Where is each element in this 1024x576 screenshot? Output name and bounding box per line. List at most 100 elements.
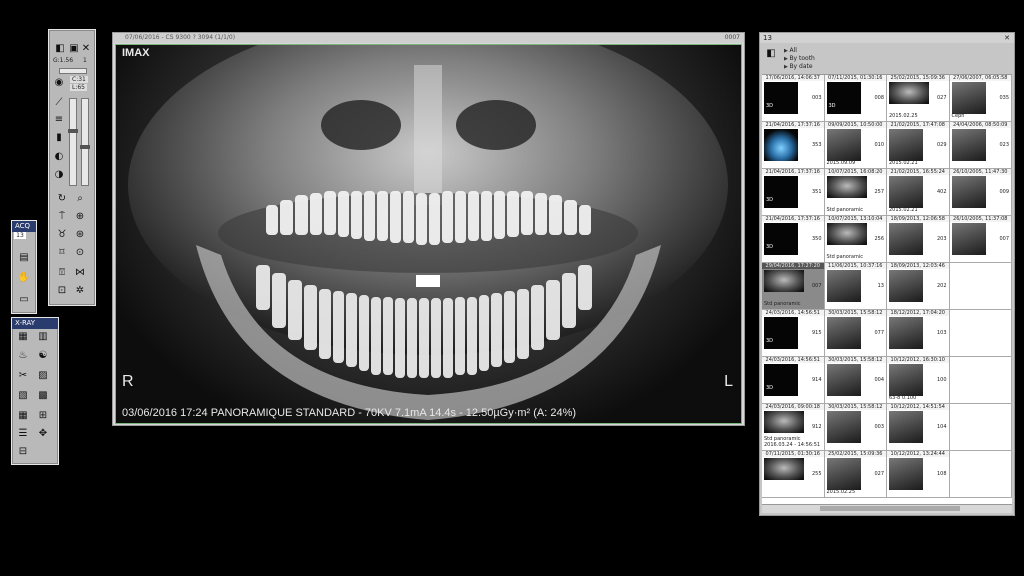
scanner-icon[interactable]: ▭ — [17, 293, 31, 306]
thumbnail-image[interactable] — [764, 129, 798, 161]
sharpen-icon[interactable]: ◑ — [52, 168, 66, 181]
thumbnail-item[interactable]: 24/03/2016, 14:56:51 3D 914 — [762, 357, 825, 404]
thumbnail-image[interactable] — [826, 82, 861, 114]
close-panel-icon[interactable]: ✕ — [79, 42, 93, 55]
thumbnail-item[interactable]: 30/03/2015, 15:58:12 004 — [824, 357, 887, 404]
level-slider[interactable] — [80, 98, 90, 186]
thumbnail-image[interactable] — [764, 223, 798, 255]
bitewing-icon[interactable]: ▨ — [36, 369, 50, 382]
crop-icon[interactable]: ⌑ — [55, 246, 69, 259]
implant-icon[interactable]: ⍑ — [55, 210, 69, 223]
tool-icon[interactable]: ✂ — [16, 369, 30, 382]
book-icon[interactable]: ◧ — [764, 47, 778, 60]
thumbnail-item[interactable]: 10/12/2012, 14:51:54 104 — [887, 404, 950, 451]
thumbnail-item[interactable]: 11/06/2015, 10:37:16 13 — [824, 263, 887, 310]
thumbnail-image[interactable] — [764, 458, 804, 480]
thumbnail-image[interactable] — [826, 364, 861, 396]
thumbnail-item[interactable]: 25/02/2015, 15:09:36 027 2015.02.25 — [887, 75, 950, 122]
palette-icon[interactable]: ✲ — [73, 284, 87, 297]
thumbnail-image[interactable] — [826, 176, 867, 198]
thumbnail-image[interactable] — [951, 176, 986, 208]
thumbnail-image[interactable] — [764, 364, 798, 396]
thumbnail-image[interactable] — [889, 458, 923, 490]
brightness-icon[interactable]: ◐ — [52, 150, 66, 163]
thumbnail-image[interactable] — [764, 411, 804, 433]
move-icon[interactable]: ✥ — [36, 427, 50, 440]
thumbnail-image[interactable] — [889, 223, 923, 255]
thumbnail-item[interactable]: 18/09/2013, 12:06:58 203 — [887, 216, 950, 263]
series-icon[interactable]: ⊟ — [16, 445, 30, 458]
thumbnail-item[interactable]: 27/06/2007, 06:05:58 035 Ceph — [949, 75, 1012, 122]
panoramic-icon[interactable]: ▥ — [36, 330, 50, 343]
thumbnail-image[interactable] — [826, 129, 861, 161]
thumbnail-item[interactable]: 21/04/2016, 17:37:16 3D 350 — [762, 216, 825, 263]
thumbnail-item[interactable]: 18/12/2012, 17:04:20 103 — [887, 310, 950, 357]
export-icon[interactable]: ⋈ — [73, 266, 87, 279]
frame-icon[interactable]: ▮ — [52, 131, 66, 144]
thumbnail-image[interactable] — [951, 82, 986, 114]
contrast-icon[interactable]: ◧ — [53, 42, 67, 55]
contrast-slider[interactable] — [68, 98, 78, 186]
tooth-chart-icon[interactable]: ⍔ — [55, 266, 69, 279]
rotate-icon[interactable]: ↻ — [55, 192, 69, 205]
thumbnail-item[interactable]: 29/04/2016, 17:27:20 007 Std panoramic — [762, 263, 825, 310]
thumbnail-item[interactable]: 21/02/2015, 17:47:08 029 2015.02.21 — [887, 122, 950, 169]
thumbnail-image[interactable] — [764, 317, 798, 349]
teeth-grid-icon[interactable]: ▦ — [16, 330, 30, 343]
thumbnail-item[interactable]: 10/12/2012, 16:30:10 100 63-8 0.100 — [887, 357, 950, 404]
thumbnail-item[interactable]: 26/10/2005, 11:37:08 007 — [949, 216, 1012, 263]
thumbnail-item[interactable]: 21/02/2015, 16:55:24 402 2015.02.21 — [887, 169, 950, 216]
cephalometric-icon[interactable]: ☯ — [36, 349, 50, 362]
thumbnail-image[interactable] — [826, 223, 867, 245]
magnifier-icon[interactable]: ⌕ — [73, 192, 87, 205]
thumbnail-item[interactable]: 07/11/2015, 01:30:16 255 — [762, 451, 825, 498]
thumbnail-item[interactable]: 25/02/2015, 15:09:36 027 2015.02.25 — [824, 451, 887, 498]
list-icon[interactable]: ☰ — [16, 427, 30, 440]
thumbnail-item[interactable]: 07/11/2015, 01:30:16 3D 008 — [824, 75, 887, 122]
thumbnail-image[interactable] — [889, 176, 923, 208]
thumbnail-item[interactable]: 17/06/2016, 14:06:37 3D 003 — [762, 75, 825, 122]
thumbnail-item[interactable]: 10/12/2012, 13:24:44 108 — [887, 451, 950, 498]
hand-icon[interactable]: ✋ — [17, 271, 31, 284]
close-icon[interactable]: ✕ — [1004, 33, 1010, 43]
stack-icon[interactable]: ⊞ — [36, 409, 50, 422]
thumbnail-item[interactable]: 24/03/2016, 14:56:51 3D 915 — [762, 310, 825, 357]
filter-by-date[interactable]: By date — [784, 63, 815, 71]
panoramic-xray-image[interactable]: IMAX R L 03/06/2016 17:24 PANORAMIQUE ST… — [115, 44, 742, 424]
tooth-icon[interactable]: ♉ — [55, 228, 69, 241]
thumbnail-image[interactable] — [826, 270, 861, 302]
thumbnail-image[interactable] — [889, 82, 929, 104]
thumbnail-item[interactable]: 24/04/2006, 08:50:09 023 — [949, 122, 1012, 169]
zoom-icon[interactable]: ⊕ — [73, 210, 87, 223]
layout-icon[interactable]: ▧ — [16, 389, 30, 402]
thumbnail-item[interactable]: 26/10/2005, 11:47:30 009 — [949, 169, 1012, 216]
thumbnail-image[interactable] — [889, 129, 923, 161]
thumbnail-item[interactable]: 30/03/2015, 15:58:12 077 — [824, 310, 887, 357]
thumbnail-image[interactable] — [951, 223, 986, 255]
settings-icon[interactable]: ⊙ — [73, 246, 87, 259]
tooth-layout-icon[interactable]: ▩ — [36, 389, 50, 402]
eye-icon[interactable]: ◉ — [52, 76, 66, 89]
thumbnail-item[interactable]: 09/09/2015, 10:50:00 010 2015.09.09 — [824, 122, 887, 169]
thumbnail-item[interactable]: 10/07/2015, 16:08:20 257 Std panoramic — [824, 169, 887, 216]
document-icon[interactable]: ▤ — [17, 251, 31, 264]
thumbnail-image[interactable] — [826, 411, 861, 443]
thumbnail-image[interactable] — [826, 458, 861, 490]
thumbnail-image[interactable] — [889, 317, 923, 349]
thumbnail-image[interactable] — [889, 270, 923, 302]
grid-icon[interactable]: ▦ — [16, 409, 30, 422]
thumbnail-image[interactable] — [764, 270, 804, 292]
filter-by-tooth[interactable]: By tooth — [784, 55, 814, 63]
thumbnail-item[interactable]: 24/03/2016, 09:00:18 912 Std panoramic 201… — [762, 404, 825, 451]
thumbnail-image[interactable] — [826, 317, 861, 349]
annotation-icon[interactable]: ⊛ — [73, 228, 87, 241]
thumbnail-item[interactable]: 10/07/2015, 13:10:04 256 Std panoramic — [824, 216, 887, 263]
thumbnail-image[interactable] — [951, 129, 986, 161]
gallery-scrollbar[interactable] — [762, 504, 1012, 513]
filter-icon[interactable]: ≡ — [52, 113, 66, 126]
thumbnail-image[interactable] — [764, 176, 798, 208]
sensor-icon[interactable]: ♨ — [16, 349, 30, 362]
thumbnail-item[interactable]: 21/04/2016, 17:37:16 3D 351 — [762, 169, 825, 216]
thumbnail-item[interactable]: 21/04/2016, 17:37:16 353 — [762, 122, 825, 169]
thumbnail-image[interactable] — [889, 411, 923, 443]
